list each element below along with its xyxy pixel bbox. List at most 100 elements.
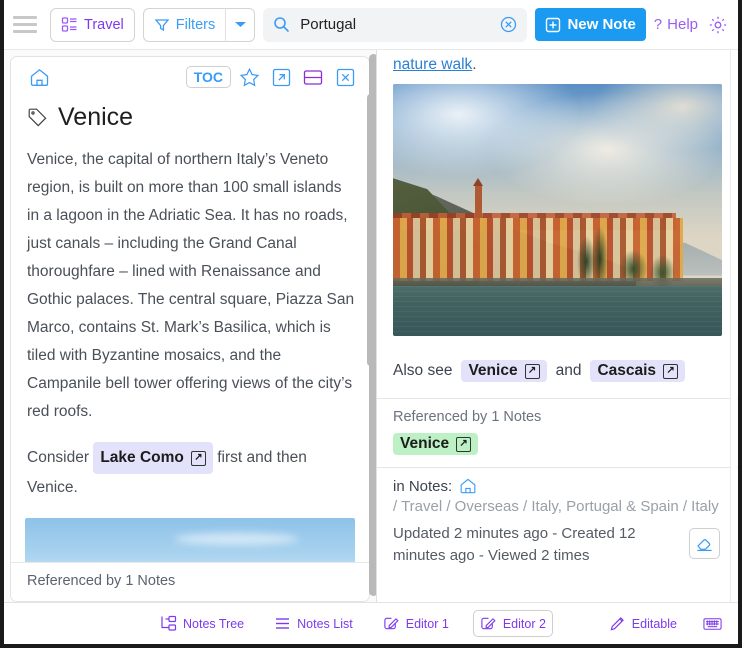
new-note-label: New Note: [567, 16, 635, 33]
nature-walk-link[interactable]: nature walk: [393, 56, 472, 73]
also-see-label: Also see: [393, 362, 452, 380]
search-box[interactable]: [263, 8, 527, 42]
top-toolbar: Travel Filters: [4, 0, 738, 50]
breadcrumb[interactable]: / Travel / Overseas / Italy, Portugal & …: [393, 498, 722, 515]
chip-label: Venice: [468, 362, 517, 380]
note-content-scroll: Venice Venice, the capital of northern I…: [11, 95, 369, 562]
footer-item-editor-1[interactable]: Editor 1: [377, 611, 455, 636]
note-paragraph-2: Consider Lake Como ↗ first and then Veni…: [27, 442, 355, 502]
referenced-chip-venice[interactable]: Venice ↗: [393, 433, 478, 455]
gear-icon: [708, 15, 728, 35]
new-note-button[interactable]: New Note: [535, 8, 645, 41]
footer-item-editor-2[interactable]: Editor 2: [473, 610, 553, 637]
pencil-square-icon: [480, 615, 497, 632]
view-mode-switcher: Notes Tree Notes List Editor 1: [154, 610, 553, 637]
also-see-conjunction: and: [556, 362, 582, 380]
cloud-shape: [174, 533, 299, 545]
paragraph2-prefix: Consider: [27, 449, 89, 466]
tag-icon: [27, 107, 48, 128]
note-title-row: Venice: [27, 103, 355, 132]
also-see-chip-venice[interactable]: Venice ↗: [461, 360, 546, 382]
travel-button-label: Travel: [84, 17, 124, 33]
keyboard-shortcuts-button[interactable]: [697, 612, 728, 636]
note-timestamps: Updated 2 minutes ago - Created 12 minut…: [393, 523, 678, 567]
chevron-down-icon: [234, 20, 247, 29]
right-preview-pane: nature walk. Also see Venice: [376, 50, 738, 602]
tree-icon: [160, 615, 177, 632]
footer-label: Notes Tree: [183, 617, 244, 631]
hamburger-icon[interactable]: [10, 13, 40, 37]
note-title: Venice: [58, 103, 133, 132]
footer-item-notes-tree[interactable]: Notes Tree: [154, 611, 250, 636]
hamburger-bar: [13, 30, 37, 33]
open-external-icon[interactable]: [267, 63, 295, 91]
list-icon: [274, 615, 291, 632]
status-bar: Notes Tree Notes List Editor 1: [4, 602, 738, 644]
chip-label: Lake Como: [100, 444, 184, 472]
pencil-square-icon: [383, 615, 400, 632]
in-notes-row: in Notes:: [393, 477, 722, 495]
question-mark-icon: ?: [654, 16, 662, 33]
help-button[interactable]: ? Help: [654, 16, 698, 33]
clear-search-icon[interactable]: [500, 16, 517, 33]
footer-item-notes-list[interactable]: Notes List: [268, 611, 359, 636]
hamburger-bar: [13, 23, 37, 26]
footer-label: Editor 2: [503, 617, 546, 631]
settings-button[interactable]: [706, 13, 730, 37]
open-external-icon: ↗: [525, 364, 540, 379]
right-pane-scrollbar[interactable]: [730, 50, 737, 602]
travel-button[interactable]: Travel: [50, 8, 135, 42]
eraser-button[interactable]: [689, 528, 720, 559]
referenced-by-block: Referenced by 1 Notes Venice ↗: [377, 399, 738, 468]
filters-dropdown-button[interactable]: [225, 8, 255, 42]
toc-button[interactable]: TOC: [186, 66, 231, 88]
chip-label: Cascais: [597, 362, 656, 380]
filters-button[interactable]: Filters: [143, 8, 225, 42]
hamburger-bar: [13, 16, 37, 19]
editable-toggle[interactable]: Editable: [603, 611, 683, 636]
note-toolbar: TOC: [11, 57, 369, 95]
grid-list-icon: [61, 16, 78, 33]
footer-label: Notes List: [297, 617, 353, 631]
pencil-icon: [609, 615, 626, 632]
referenced-by-label: Referenced by 1 Notes: [393, 409, 722, 425]
photo-lake-water: [393, 286, 722, 336]
help-label: Help: [667, 16, 698, 33]
split-pane-icon[interactable]: [299, 63, 327, 91]
status-bar-right: Editable: [603, 611, 728, 636]
search-input[interactable]: [298, 15, 492, 34]
photo-trees: [564, 225, 676, 285]
also-see-chip-cascais[interactable]: Cascais ↗: [590, 360, 685, 382]
home-icon[interactable]: [25, 63, 53, 91]
link-suffix: .: [472, 56, 476, 73]
filters-group: Filters: [143, 8, 255, 42]
close-icon[interactable]: [331, 63, 359, 91]
filters-button-label: Filters: [176, 17, 215, 33]
home-icon[interactable]: [459, 477, 477, 495]
open-external-icon: ↗: [456, 437, 471, 452]
editable-label: Editable: [632, 617, 677, 631]
plus-square-icon: [545, 17, 561, 33]
also-see-row: Also see Venice ↗ and Cascais ↗: [377, 346, 738, 399]
chip-label: Venice: [400, 435, 449, 453]
footer-label: Editor 1: [406, 617, 449, 631]
note-metadata-block: in Notes: / Travel / Overseas / Italy, P…: [377, 468, 738, 577]
lake-como-photo: [393, 84, 722, 336]
app-window: Travel Filters: [0, 0, 742, 648]
open-external-icon: ↗: [191, 451, 206, 466]
keyboard-icon: [703, 616, 722, 632]
note-image-venice-rooftops: [25, 518, 355, 562]
right-text-section: nature walk.: [377, 50, 738, 346]
open-external-icon: ↗: [663, 364, 678, 379]
search-icon: [273, 16, 290, 33]
star-icon[interactable]: [235, 63, 263, 91]
main-body: TOC: [4, 50, 738, 602]
left-referenced-label: Referenced by 1 Notes: [11, 562, 369, 601]
note-link-chip-lake-como[interactable]: Lake Como ↗: [93, 442, 213, 474]
in-notes-label: in Notes:: [393, 478, 452, 495]
left-editor-pane: TOC: [4, 50, 376, 602]
eraser-icon: [695, 534, 714, 553]
note-paragraph-1: Venice, the capital of northern Italy’s …: [27, 146, 355, 426]
funnel-icon: [154, 17, 170, 33]
note-card: TOC: [10, 56, 370, 602]
